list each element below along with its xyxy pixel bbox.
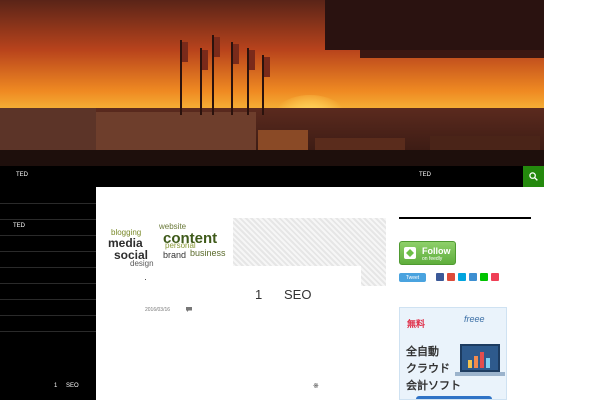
wordcloud-word: brand: [163, 250, 187, 260]
search-icon: [529, 172, 538, 181]
ad-headline-line2: クラウド: [406, 363, 450, 375]
feedly-sub-label: on feedly: [422, 256, 443, 262]
sidebar-divider: [0, 219, 96, 220]
facebook-share-icon[interactable]: [436, 273, 444, 281]
follow-feedly-button[interactable]: Follow on feedly: [399, 241, 456, 265]
header-banner-image[interactable]: [0, 0, 544, 166]
sidebar-divider: [0, 235, 96, 236]
post-title-number[interactable]: 1: [255, 287, 262, 302]
page: TED TED TED 1 SEO blogging website conte…: [0, 0, 600, 400]
post-date[interactable]: 2016/03/16: [145, 307, 170, 313]
banner-right-blank: [544, 0, 600, 166]
laptop-icon: [460, 344, 500, 372]
nav-menu-item-ted[interactable]: TED: [419, 172, 431, 178]
post-title-link[interactable]: SEO: [284, 287, 311, 302]
roof-silhouette-top: [325, 0, 544, 50]
laptop-base: [455, 372, 505, 376]
sidebar-divider: [0, 267, 96, 268]
line-share-icon[interactable]: [480, 273, 488, 281]
google-plus-share-icon[interactable]: [447, 273, 455, 281]
pocket-share-icon[interactable]: [469, 273, 477, 281]
flag: [202, 50, 208, 70]
tweet-label: Tweet: [405, 274, 420, 281]
flag: [233, 44, 239, 64]
ground: [0, 150, 544, 166]
sidebar-footer-number[interactable]: 1: [54, 383, 57, 389]
placeholder-cutout: [233, 266, 361, 286]
feedly-icon: [404, 247, 416, 259]
sidebar-divider: [0, 299, 96, 300]
hatena-share-icon[interactable]: [458, 273, 466, 281]
accounting-software-ad[interactable]: 無料 freee 全自動 クラウド 会計ソフト: [399, 307, 507, 400]
sidebar-footer-label[interactable]: SEO: [66, 383, 79, 389]
ad-headline-line1: 全自動: [406, 346, 439, 358]
wordcloud-word: business: [190, 248, 226, 258]
flag: [214, 37, 220, 57]
ad-cta-bar[interactable]: [416, 396, 492, 399]
comment-icon[interactable]: [186, 307, 192, 312]
bookmark-share-icon[interactable]: [491, 273, 499, 281]
sidebar-divider: [0, 283, 96, 284]
sidebar-divider: [0, 315, 96, 316]
widget-divider: [399, 217, 531, 219]
left-sidebar: TED 1 SEO: [0, 187, 96, 400]
ad-free-badge: 無料: [407, 319, 426, 329]
sidebar-divider: [0, 203, 96, 204]
top-nav-bar: TED TED: [0, 166, 544, 187]
tweet-button[interactable]: Tweet: [399, 273, 426, 282]
post-bullet: [145, 279, 146, 280]
ad-headline-line3: 会計ソフト: [406, 380, 461, 392]
search-button[interactable]: [523, 166, 544, 187]
site-title-link[interactable]: TED: [16, 172, 28, 178]
ad-brand-logo: freee: [464, 314, 485, 324]
flag: [249, 50, 255, 70]
building: [96, 112, 256, 154]
sidebar-item-ted[interactable]: TED: [13, 223, 25, 229]
flag: [182, 42, 188, 62]
post-thumbnail-wordcloud[interactable]: blogging website content media social pe…: [97, 220, 233, 268]
building: [0, 108, 96, 153]
post-footer-glyph: ※: [313, 383, 319, 390]
sidebar-divider: [0, 251, 96, 252]
wordcloud-word: design: [130, 259, 154, 268]
flag: [264, 57, 270, 77]
sidebar-divider: [0, 331, 96, 332]
feedly-label: Follow: [422, 246, 451, 256]
